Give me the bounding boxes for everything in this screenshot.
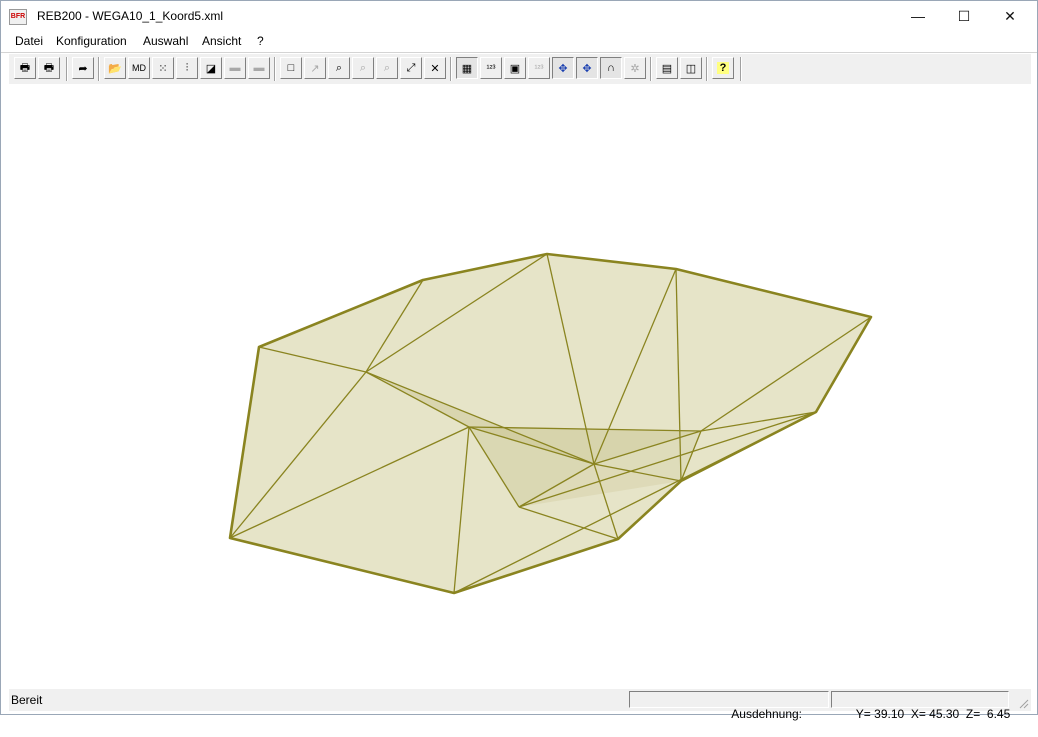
- rotate-arc-button[interactable]: ∩: [600, 57, 622, 79]
- rotate-move-blue-icon: ✥: [582, 62, 592, 75]
- layer-gray-2-button[interactable]: ▬: [248, 57, 270, 79]
- print-preview-button[interactable]: 🖶: [38, 57, 60, 79]
- window-button[interactable]: ◫: [680, 57, 702, 79]
- window-icon: ◫: [685, 62, 697, 75]
- rotate-move-icon: ✥: [558, 62, 568, 75]
- close-icon: ✕: [1004, 7, 1016, 24]
- rectangle-arrow-icon: ↗: [310, 62, 320, 75]
- rotate-arc-icon: ∩: [607, 62, 615, 74]
- point-numbers-button[interactable]: ¹²³: [480, 57, 502, 79]
- status-coords-pane: Y= 39.10 X= 45.30 Z= 6.45: [831, 691, 1010, 721]
- menu-bar: Datei Konfiguration Auswahl Ansicht ?: [1, 32, 1037, 52]
- maximize-icon: ☐: [957, 7, 971, 24]
- resize-grip-icon[interactable]: [1017, 697, 1029, 709]
- rotate-star-button[interactable]: ✲: [624, 57, 646, 79]
- status-extent-pane: Ausdehnung:: [629, 691, 829, 721]
- points-button[interactable]: ⁙: [152, 57, 174, 79]
- menu-konfiguration[interactable]: Konfiguration: [56, 34, 127, 48]
- menu-datei[interactable]: Datei: [15, 34, 43, 48]
- md-icon: MD: [132, 63, 146, 73]
- rectangle-arrow-button[interactable]: ↗: [304, 57, 326, 79]
- rectangle-button[interactable]: □: [280, 57, 302, 79]
- status-bar: Bereit Ausdehnung: Y= 39.10 X= 45.30 Z= …: [9, 689, 1031, 721]
- toolbar-separator: [740, 57, 742, 81]
- toolbar-separator: [98, 57, 100, 81]
- status-extent-label: Ausdehnung:: [731, 707, 802, 721]
- numbers-disabled-icon: ¹²³: [534, 63, 544, 73]
- grid-button[interactable]: ▦: [456, 57, 478, 79]
- status-ready: Bereit: [11, 693, 43, 707]
- maximize-button[interactable]: ☐: [941, 1, 987, 31]
- title-bar[interactable]: BFR REB200 - WEGA10_1_Koord5.xml — ☐ ✕: [1, 1, 1037, 31]
- menu-auswahl[interactable]: Auswahl: [143, 34, 188, 48]
- zoom-minus-icon: ⌕: [383, 61, 391, 74]
- open-folder-button[interactable]: 📂: [104, 57, 126, 79]
- md-button[interactable]: MD: [128, 57, 150, 79]
- minimize-button[interactable]: —: [895, 1, 941, 31]
- zoom-center-button[interactable]: ✕: [424, 57, 446, 79]
- point-marker-button[interactable]: ▣: [504, 57, 526, 79]
- export-icon: ➦: [78, 62, 88, 75]
- point-numbers-icon: ¹²³: [486, 63, 496, 73]
- layer-gray-button[interactable]: ▬: [224, 57, 246, 79]
- print-icon: 🖶: [19, 61, 31, 74]
- triangle-edit-button[interactable]: ◪: [200, 57, 222, 79]
- point-marker-icon: ▣: [509, 62, 521, 75]
- rectangle-icon: □: [287, 62, 295, 74]
- numbers-disabled-button[interactable]: ¹²³: [528, 57, 550, 79]
- export-button[interactable]: ➦: [72, 57, 94, 79]
- tin-mesh-view[interactable]: [9, 85, 1031, 689]
- zoom-m-button[interactable]: ⌕: [328, 57, 350, 79]
- toolbar-separator: [450, 57, 452, 81]
- help-icon: ?: [716, 62, 730, 74]
- minimize-icon: —: [911, 8, 925, 24]
- print-button[interactable]: 🖶: [14, 57, 36, 79]
- window-title: REB200 - WEGA10_1_Koord5.xml: [37, 9, 224, 23]
- layer-gray-icon: ▬: [229, 62, 241, 74]
- triangle-edit-icon: ◪: [205, 62, 217, 75]
- toolbar-separator: [706, 57, 708, 81]
- grid-icon: ▦: [461, 62, 473, 75]
- report-button[interactable]: ▤: [656, 57, 678, 79]
- open-folder-icon: 📂: [108, 62, 122, 75]
- toolbar: 🖶 🖶 ➦ 📂 MD ⁙ ⫶ ◪ ▬ ▬ □ ↗ ⌕ ⌕ ⌕ ⤢ ✕ ▦ ¹²³ ▣ ¹²³ ✥ ✥ ∩ ✲ ▤ ◫?: [9, 54, 1031, 84]
- status-coordinates: Y= 39.10 X= 45.30 Z= 6.45: [855, 707, 1011, 721]
- toolbar-separator: [274, 57, 276, 81]
- zoom-center-icon: ✕: [430, 62, 440, 75]
- profile-icon: ⫶: [185, 61, 189, 74]
- app-icon[interactable]: BFR: [9, 9, 27, 25]
- menu-ansicht[interactable]: Ansicht: [202, 34, 241, 48]
- mesh-canvas[interactable]: [9, 85, 1031, 689]
- zoom-plus-icon: ⌕: [359, 61, 367, 74]
- tin-mesh: [228, 252, 873, 595]
- zoom-extents-icon: ⤢: [406, 61, 416, 74]
- menu-help[interactable]: ?: [257, 34, 264, 48]
- points-icon: ⁙: [158, 62, 168, 75]
- mesh-surface: [230, 254, 871, 593]
- toolbar-separator: [650, 57, 652, 81]
- toolbar-separator: [66, 57, 68, 81]
- profile-button[interactable]: ⫶: [176, 57, 198, 79]
- app-window: BFR REB200 - WEGA10_1_Koord5.xml — ☐ ✕ D…: [0, 0, 1038, 721]
- menu-divider: [1, 52, 1037, 53]
- rotate-move-blue-button[interactable]: ✥: [576, 57, 598, 79]
- zoom-plus-button[interactable]: ⌕: [352, 57, 374, 79]
- report-icon: ▤: [661, 62, 673, 75]
- print-preview-icon: 🖶: [43, 61, 55, 74]
- help-button[interactable]: ?: [712, 57, 734, 79]
- close-button[interactable]: ✕: [987, 1, 1033, 31]
- zoom-m-icon: ⌕: [335, 61, 343, 74]
- zoom-extents-button[interactable]: ⤢: [400, 57, 422, 79]
- zoom-minus-button[interactable]: ⌕: [376, 57, 398, 79]
- rotate-star-icon: ✲: [630, 62, 640, 75]
- layer-gray-2-icon: ▬: [253, 62, 265, 74]
- rotate-move-button[interactable]: ✥: [552, 57, 574, 79]
